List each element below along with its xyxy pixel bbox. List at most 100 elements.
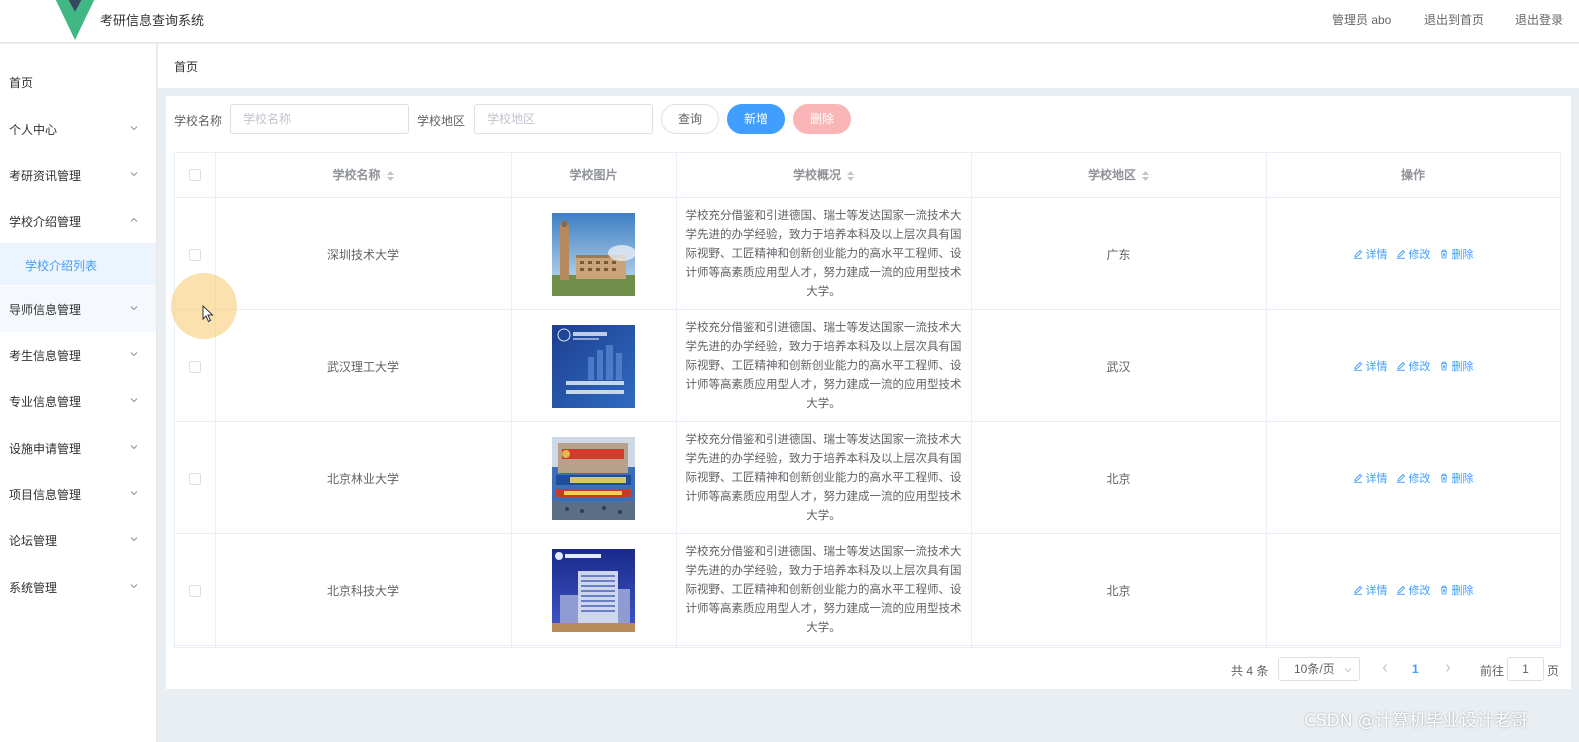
school-overview-text: 学校充分借鉴和引进德国、瑞士等发达国家一流技术大学先进的办学经验，致力于培养本科… [685, 433, 962, 522]
sidebar-item-school-intro-list[interactable]: 学校介绍列表 [0, 243, 156, 285]
detail-label: 详情 [1365, 249, 1388, 261]
edit-button[interactable]: 修改 [1396, 470, 1431, 486]
sort-icon[interactable] [847, 170, 854, 181]
sidebar-item-project[interactable]: 项目信息管理 [0, 471, 156, 517]
school-image-cell [511, 310, 676, 422]
sidebar-item-system[interactable]: 系统管理 [0, 564, 156, 610]
school-image-cell [511, 422, 676, 534]
vue-logo-icon [55, 0, 95, 40]
school-name-cell: 北京科技大学 [326, 583, 399, 598]
goto-page-input[interactable] [1507, 657, 1544, 681]
school-region-input[interactable] [474, 104, 653, 134]
row-checkbox[interactable] [189, 585, 201, 597]
query-button[interactable]: 查询 [661, 104, 719, 134]
edit-label: 修改 [1408, 473, 1431, 485]
edit-label: 修改 [1408, 585, 1431, 597]
delete-button[interactable]: 删除 [1439, 470, 1474, 486]
sidebar-item-label: 首页 [9, 76, 34, 90]
edit-pen-icon [1353, 249, 1362, 259]
delete-label: 删除 [1451, 473, 1474, 485]
sidebar-item-advisor[interactable]: 导师信息管理 [0, 286, 156, 332]
delete-button[interactable]: 删除 [1439, 246, 1474, 262]
delete-button[interactable]: 删除 [1439, 358, 1474, 374]
mouse-pointer-icon [202, 305, 214, 323]
trash-icon [1440, 585, 1447, 595]
table-row: 深圳技术大学 学校充分借鉴和引进德国、瑞士等发达国家一流技术大学先进的办学经验，… [175, 198, 1560, 310]
edit-pen-icon [1396, 361, 1405, 371]
chevron-down-icon [130, 537, 138, 542]
detail-button[interactable]: 详情 [1353, 470, 1388, 486]
sidebar-item-label: 论坛管理 [9, 534, 58, 548]
sidebar-item-school-intro[interactable]: 学校介绍管理 [0, 198, 156, 244]
column-header-label: 学校名称 [332, 168, 381, 182]
row-checkbox[interactable] [189, 473, 201, 485]
sort-icon[interactable] [1142, 170, 1149, 181]
table-row: 北京科技大学 学校充分借鉴和引进德国、瑞士等发达国家一流技术大学先进的办学经验，… [175, 534, 1560, 646]
school-region-cell: 北京 [1106, 471, 1131, 486]
back-to-home-link[interactable]: 退出到首页 [1424, 11, 1484, 28]
school-photo-image[interactable] [552, 548, 635, 632]
school-photo-image[interactable] [552, 436, 635, 520]
sidebar-item-personal-center[interactable]: 个人中心 [0, 106, 156, 152]
sidebar-item-news[interactable]: 考研资讯管理 [0, 152, 156, 198]
school-name-cell: 北京林业大学 [326, 471, 399, 486]
detail-button[interactable]: 详情 [1353, 358, 1388, 374]
page-size-value: 10条/页 [1294, 662, 1335, 676]
goto-label: 前往 [1480, 664, 1505, 678]
column-header-label: 学校概况 [792, 168, 841, 182]
column-header-overview[interactable]: 学校概况 [676, 153, 971, 198]
row-checkbox[interactable] [189, 249, 201, 261]
chevron-down-icon [130, 126, 138, 131]
overview-cell: 学校充分借鉴和引进德国、瑞士等发达国家一流技术大学先进的办学经验，致力于培养本科… [676, 310, 971, 422]
school-photo-image[interactable] [552, 212, 635, 296]
sidebar-item-label: 考研资讯管理 [9, 169, 82, 183]
edit-button[interactable]: 修改 [1396, 246, 1431, 262]
chevron-up-icon [130, 217, 138, 222]
goto-unit-label: 页 [1547, 664, 1560, 678]
page-number-current[interactable]: 1 [1412, 662, 1419, 676]
detail-button[interactable]: 详情 [1353, 246, 1388, 262]
edit-label: 修改 [1408, 249, 1431, 261]
column-header-region[interactable]: 学校地区 [971, 153, 1266, 198]
school-image-cell [511, 534, 676, 646]
breadcrumb[interactable]: 首页 [174, 58, 198, 75]
prev-page-icon[interactable] [1379, 661, 1391, 675]
trash-icon [1440, 361, 1447, 371]
sidebar-menu: 首页 个人中心 考研资讯管理 学校介绍管理 学校介绍列表 导师信息管理 考生信息… [0, 44, 157, 742]
sidebar-item-forum[interactable]: 论坛管理 [0, 517, 156, 563]
sidebar-item-examinee[interactable]: 考生信息管理 [0, 332, 156, 378]
logout-link[interactable]: 退出登录 [1515, 11, 1563, 28]
chevron-down-icon [130, 352, 138, 357]
add-button[interactable]: 新增 [727, 104, 785, 134]
sidebar-item-label: 系统管理 [9, 581, 58, 595]
school-photo-image[interactable] [552, 324, 635, 408]
batch-delete-button[interactable]: 删除 [793, 104, 851, 134]
sidebar-item-major[interactable]: 专业信息管理 [0, 378, 156, 424]
sidebar-item-facility[interactable]: 设施申请管理 [0, 425, 156, 471]
chevron-down-icon [130, 398, 138, 403]
detail-button[interactable]: 详情 [1353, 582, 1388, 598]
sort-icon[interactable] [386, 170, 394, 181]
detail-label: 详情 [1365, 361, 1388, 373]
school-overview-text: 学校充分借鉴和引进德国、瑞士等发达国家一流技术大学先进的办学经验，致力于培养本科… [685, 545, 962, 634]
sidebar-item-label: 个人中心 [9, 123, 58, 137]
school-name-input[interactable] [230, 104, 409, 134]
column-header-actions: 操作 [1266, 153, 1560, 198]
delete-button[interactable]: 删除 [1439, 582, 1474, 598]
edit-button[interactable]: 修改 [1396, 358, 1431, 374]
chevron-down-icon [130, 445, 138, 450]
header-select-cell [175, 153, 215, 198]
edit-button[interactable]: 修改 [1396, 582, 1431, 598]
column-header-name[interactable]: 学校名称 [215, 153, 511, 198]
actions-cell: 详情 修改 删除 [1266, 422, 1560, 534]
page-size-select[interactable]: 10条/页 [1278, 657, 1360, 681]
detail-label: 详情 [1365, 473, 1388, 485]
select-all-checkbox[interactable] [189, 169, 201, 181]
trash-icon [1440, 249, 1447, 259]
sidebar-item-home[interactable]: 首页 [0, 59, 156, 105]
delete-label: 删除 [1451, 585, 1474, 597]
next-page-icon[interactable] [1442, 661, 1454, 675]
breadcrumb-bar: 首页 [158, 44, 1579, 88]
row-checkbox[interactable] [189, 361, 201, 373]
pagination-total: 共 4 条 [1231, 664, 1269, 678]
